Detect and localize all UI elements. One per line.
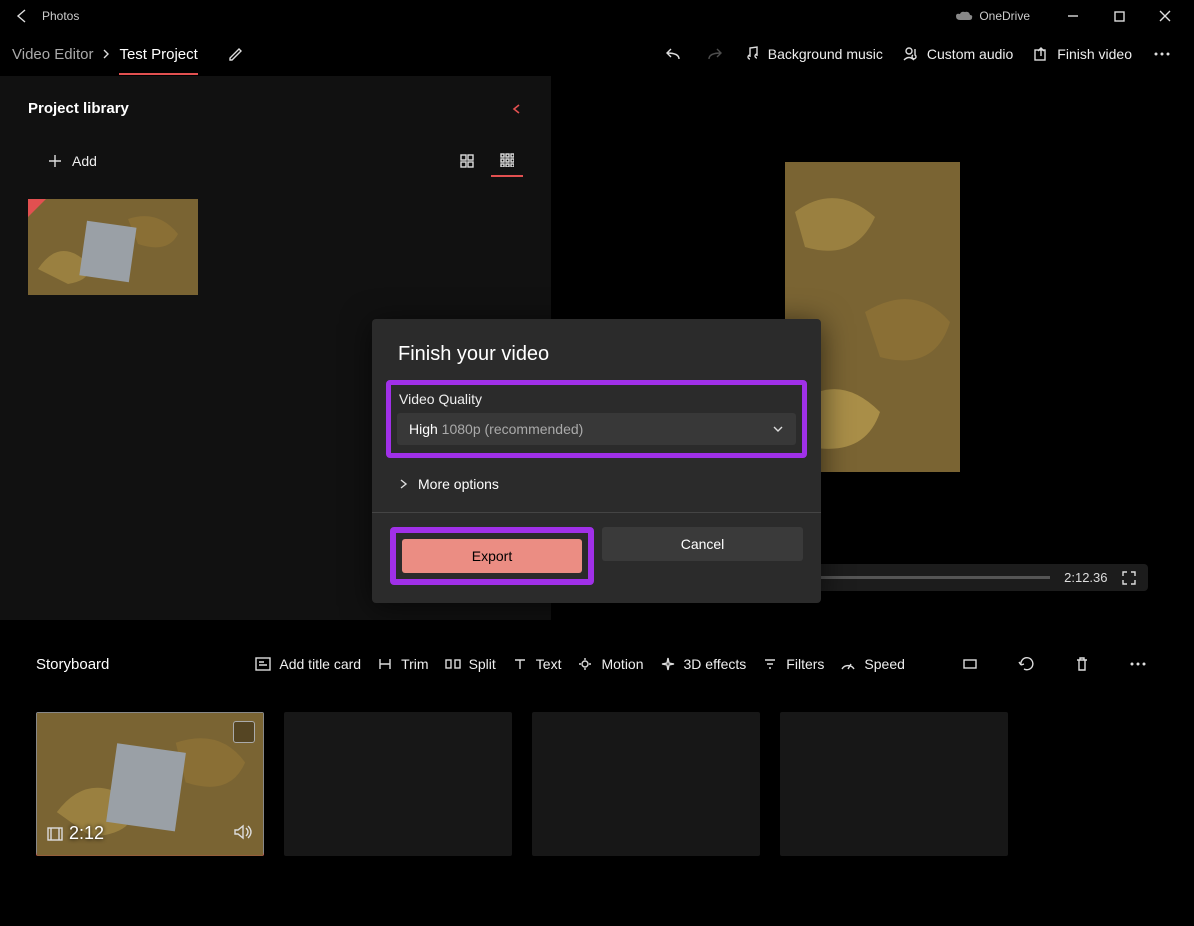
more-options-label: More options xyxy=(418,476,499,492)
title-bar: Photos OneDrive xyxy=(0,0,1194,32)
dialog-title: Finish your video xyxy=(372,319,821,380)
storyboard-empty-slot[interactable] xyxy=(284,712,512,856)
arrow-left-icon xyxy=(14,8,30,24)
storyboard-empty-slot[interactable] xyxy=(532,712,760,856)
storyboard-more-button[interactable] xyxy=(1118,644,1158,684)
chevron-down-icon xyxy=(772,423,784,435)
rotate-button[interactable] xyxy=(1006,644,1046,684)
background-music-button[interactable]: Background music xyxy=(734,40,893,68)
speed-button[interactable]: Speed xyxy=(840,656,904,672)
ellipsis-icon xyxy=(1130,662,1146,666)
export-highlight: Export xyxy=(390,527,594,585)
library-title: Project library xyxy=(28,100,129,117)
rename-button[interactable] xyxy=(216,34,256,74)
clip-audio-icon[interactable] xyxy=(233,823,253,844)
pencil-icon xyxy=(228,46,244,62)
quality-label: Video Quality xyxy=(397,389,796,413)
undo-icon xyxy=(665,45,683,63)
filters-icon xyxy=(762,657,778,671)
finish-video-dialog: Finish your video Video Quality High 108… xyxy=(372,319,821,603)
onedrive-status[interactable]: OneDrive xyxy=(955,9,1030,23)
trim-icon xyxy=(377,657,393,671)
onedrive-label: OneDrive xyxy=(979,9,1030,23)
plus-icon xyxy=(48,154,62,168)
finish-video-button[interactable]: Finish video xyxy=(1023,40,1142,68)
timecode-display: 2:12.36 xyxy=(1064,570,1107,585)
add-media-button[interactable]: Add xyxy=(48,153,97,169)
breadcrumb-project[interactable]: Test Project xyxy=(119,46,197,75)
used-marker-icon xyxy=(28,199,46,217)
fullscreen-icon[interactable] xyxy=(1122,571,1136,585)
redo-button xyxy=(694,34,734,74)
text-icon xyxy=(512,657,528,671)
grid-small-icon xyxy=(500,153,514,167)
grid-large-icon xyxy=(460,154,474,168)
filters-button[interactable]: Filters xyxy=(762,656,824,672)
music-note-icon xyxy=(744,46,760,62)
export-button[interactable]: Export xyxy=(402,539,582,573)
speed-icon xyxy=(840,657,856,671)
command-bar: Video Editor Test Project Background mus… xyxy=(0,32,1194,76)
back-button[interactable] xyxy=(6,0,38,32)
minimize-icon xyxy=(1067,10,1079,22)
text-button[interactable]: Text xyxy=(512,656,562,672)
rotate-icon xyxy=(1018,656,1034,672)
quality-highlight: Video Quality High 1080p (recommended) xyxy=(386,380,807,458)
view-large-button[interactable] xyxy=(451,145,483,177)
storyboard-clip[interactable]: 2:12 xyxy=(36,712,264,856)
cloud-icon xyxy=(955,10,973,22)
close-button[interactable] xyxy=(1142,0,1188,32)
clip-checkbox[interactable] xyxy=(233,721,255,743)
3d-effects-button[interactable]: 3D effects xyxy=(660,656,747,672)
maximize-icon xyxy=(1114,11,1125,22)
chevron-right-icon xyxy=(398,478,408,490)
thumbnail-image xyxy=(28,199,198,295)
collapse-chevron-icon[interactable] xyxy=(511,103,523,115)
library-thumbnail[interactable] xyxy=(28,199,198,295)
chevron-right-icon xyxy=(101,49,111,59)
quality-dropdown[interactable]: High 1080p (recommended) xyxy=(397,413,796,445)
finish-video-label: Finish video xyxy=(1057,46,1132,62)
minimize-button[interactable] xyxy=(1050,0,1096,32)
storyboard-empty-slot[interactable] xyxy=(780,712,1008,856)
custom-audio-button[interactable]: Custom audio xyxy=(893,40,1023,68)
aspect-icon xyxy=(962,656,978,672)
app-title: Photos xyxy=(42,9,79,23)
sparkle-icon xyxy=(660,657,676,671)
split-button[interactable]: Split xyxy=(445,656,496,672)
undo-button[interactable] xyxy=(654,34,694,74)
export-icon xyxy=(1033,46,1049,62)
custom-audio-label: Custom audio xyxy=(927,46,1013,62)
add-title-card-button[interactable]: Add title card xyxy=(255,656,361,672)
motion-icon xyxy=(577,657,593,671)
storyboard-title: Storyboard xyxy=(36,656,109,673)
breadcrumb: Video Editor Test Project xyxy=(12,34,256,75)
delete-button[interactable] xyxy=(1062,644,1102,684)
maximize-button[interactable] xyxy=(1096,0,1142,32)
breadcrumb-root[interactable]: Video Editor xyxy=(12,46,93,63)
view-small-button[interactable] xyxy=(491,145,523,177)
clip-duration: 2:12 xyxy=(47,823,104,844)
quality-value: High 1080p (recommended) xyxy=(409,421,583,437)
more-options-toggle[interactable]: More options xyxy=(372,458,821,513)
close-icon xyxy=(1159,10,1171,22)
more-button[interactable] xyxy=(1142,34,1182,74)
split-icon xyxy=(445,657,461,671)
duration-icon xyxy=(47,827,63,841)
trim-button[interactable]: Trim xyxy=(377,656,428,672)
add-label: Add xyxy=(72,153,97,169)
background-music-label: Background music xyxy=(768,46,883,62)
motion-button[interactable]: Motion xyxy=(577,656,643,672)
trash-icon xyxy=(1075,656,1089,672)
title-card-icon xyxy=(255,657,271,671)
redo-icon xyxy=(705,45,723,63)
ellipsis-icon xyxy=(1154,52,1170,56)
resize-button[interactable] xyxy=(950,644,990,684)
storyboard-panel: Storyboard Add title card Trim Split Tex… xyxy=(0,620,1194,880)
cancel-button[interactable]: Cancel xyxy=(602,527,803,561)
audio-person-icon xyxy=(903,46,919,62)
